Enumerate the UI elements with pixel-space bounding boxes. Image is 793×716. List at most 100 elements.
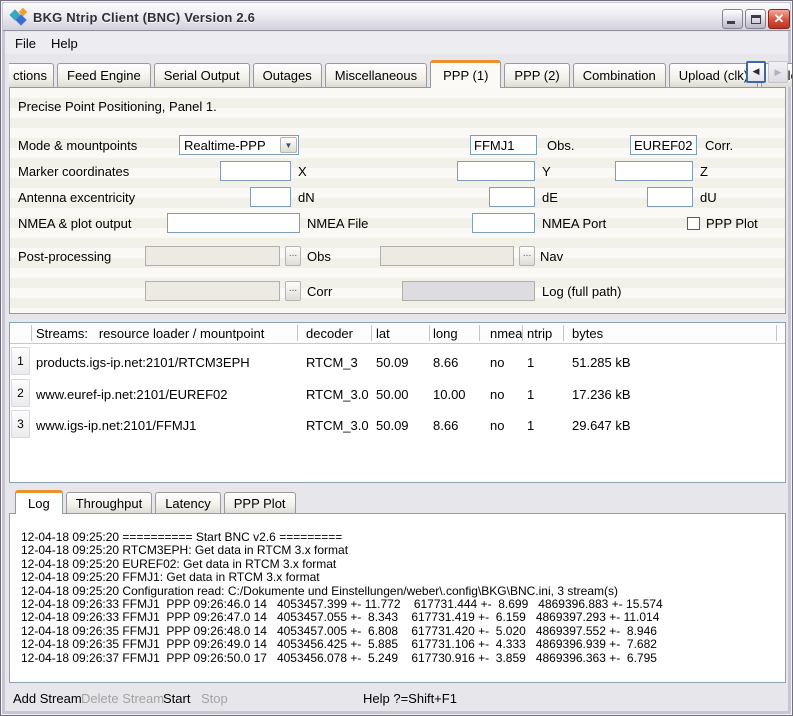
ppp-mode-select[interactable]: Realtime-PPP ▼ bbox=[179, 135, 299, 155]
antenna-du-input[interactable] bbox=[647, 187, 693, 207]
cell-bytes[interactable]: 29.647 kB bbox=[572, 418, 631, 433]
cell-ntrip[interactable]: 1 bbox=[527, 418, 534, 433]
log-output[interactable]: 12-04-18 09:25:20 ========== Start BNC v… bbox=[9, 513, 786, 683]
table-row[interactable]: 2 www.euref-ip.net:2101/EUREF02 RTCM_3.0… bbox=[10, 379, 785, 409]
cell-mountpoint[interactable]: www.igs-ip.net:2101/FFMJ1 bbox=[36, 418, 196, 433]
cell-decoder[interactable]: RTCM_3 bbox=[306, 355, 358, 370]
ppp-plot-label: PPP Plot bbox=[706, 216, 758, 231]
settings-tab-bar: ctions Feed Engine Serial Output Outages… bbox=[9, 59, 793, 87]
row-number[interactable]: 3 bbox=[11, 410, 30, 438]
nmea-file-input[interactable] bbox=[167, 213, 300, 233]
antenna-dn-input[interactable] bbox=[250, 187, 291, 207]
log-lines: 12-04-18 09:25:20 ========== Start BNC v… bbox=[21, 531, 663, 665]
corr-mountpoint-input[interactable] bbox=[630, 135, 697, 155]
nmea-port-input[interactable] bbox=[472, 213, 535, 233]
title-bar[interactable]: BKG Ntrip Client (BNC) Version 2.6 ✕ bbox=[3, 3, 790, 31]
menu-help[interactable]: Help bbox=[47, 35, 82, 52]
tab-feed-engine[interactable]: Feed Engine bbox=[57, 63, 151, 87]
col-nmea[interactable]: nmea bbox=[490, 326, 523, 341]
log-tab-bar: Log Throughput Latency PPP Plot bbox=[9, 489, 296, 513]
cell-bytes[interactable]: 51.285 kB bbox=[572, 355, 631, 370]
post-log-label: Log (full path) bbox=[542, 284, 622, 299]
add-stream-button[interactable]: Add Stream bbox=[13, 691, 82, 706]
post-corr-input bbox=[145, 281, 280, 301]
ppp-plot-checkbox[interactable] bbox=[687, 217, 700, 230]
col-long[interactable]: long bbox=[433, 326, 458, 341]
corr-label: Corr. bbox=[705, 138, 733, 153]
z-label: Z bbox=[700, 164, 708, 179]
marker-z-input[interactable] bbox=[615, 161, 693, 181]
col-streams[interactable]: Streams: resource loader / mountpoint bbox=[36, 326, 264, 341]
browse-obs-button[interactable]: ... bbox=[285, 246, 301, 266]
help-shortcut-label[interactable]: Help ?=Shift+F1 bbox=[363, 691, 457, 706]
cell-nmea[interactable]: no bbox=[490, 387, 504, 402]
tab-ppp-2[interactable]: PPP (2) bbox=[504, 63, 569, 87]
col-ntrip[interactable]: ntrip bbox=[527, 326, 552, 341]
tab-scroll-left-button[interactable]: ◀ bbox=[746, 61, 766, 83]
cell-bytes[interactable]: 17.236 kB bbox=[572, 387, 631, 402]
post-obs-input bbox=[145, 246, 280, 266]
cell-long[interactable]: 8.66 bbox=[433, 355, 458, 370]
menu-bar: File Help bbox=[5, 32, 788, 54]
tab-ppp-1[interactable]: PPP (1) bbox=[430, 60, 501, 88]
marker-x-input[interactable] bbox=[220, 161, 291, 181]
action-bar: Add Stream Delete Stream Start Stop Help… bbox=[9, 685, 784, 711]
row-number[interactable]: 1 bbox=[11, 347, 30, 375]
cell-mountpoint[interactable]: products.igs-ip.net:2101/RTCM3EPH bbox=[36, 355, 250, 370]
window-title: BKG Ntrip Client (BNC) Version 2.6 bbox=[33, 10, 255, 25]
cell-decoder[interactable]: RTCM_3.0 bbox=[306, 387, 369, 402]
cell-mountpoint[interactable]: www.euref-ip.net:2101/EUREF02 bbox=[36, 387, 227, 402]
browse-nav-button[interactable]: ... bbox=[519, 246, 535, 266]
minimize-button[interactable] bbox=[722, 9, 743, 29]
delete-stream-button: Delete Stream bbox=[81, 691, 164, 706]
antenna-de-input[interactable] bbox=[489, 187, 535, 207]
col-decoder[interactable]: decoder bbox=[306, 326, 353, 341]
maximize-button[interactable] bbox=[745, 9, 766, 29]
cell-lat[interactable]: 50.09 bbox=[376, 418, 409, 433]
post-obs-label: Obs bbox=[307, 249, 331, 264]
stop-button: Stop bbox=[201, 691, 228, 706]
post-corr-label: Corr bbox=[307, 284, 332, 299]
tab-latency[interactable]: Latency bbox=[155, 492, 221, 513]
ppp-mode-value: Realtime-PPP bbox=[184, 138, 266, 153]
obs-mountpoint-input[interactable] bbox=[470, 135, 537, 155]
tab-serial-output[interactable]: Serial Output bbox=[154, 63, 250, 87]
marker-y-input[interactable] bbox=[457, 161, 535, 181]
post-log-input bbox=[402, 281, 535, 301]
column-separator bbox=[522, 325, 523, 341]
cell-long[interactable]: 10.00 bbox=[433, 387, 466, 402]
start-button[interactable]: Start bbox=[163, 691, 190, 706]
chevron-down-icon[interactable]: ▼ bbox=[280, 137, 297, 153]
cell-ntrip[interactable]: 1 bbox=[527, 387, 534, 402]
cell-ntrip[interactable]: 1 bbox=[527, 355, 534, 370]
nmea-plot-output-label: NMEA & plot output bbox=[18, 216, 131, 231]
tab-throughput[interactable]: Throughput bbox=[66, 492, 153, 513]
cell-nmea[interactable]: no bbox=[490, 418, 504, 433]
cell-nmea[interactable]: no bbox=[490, 355, 504, 370]
nmea-file-label: NMEA File bbox=[307, 216, 368, 231]
menu-file[interactable]: File bbox=[11, 35, 40, 52]
cell-lat[interactable]: 50.09 bbox=[376, 355, 409, 370]
table-row[interactable]: 1 products.igs-ip.net:2101/RTCM3EPH RTCM… bbox=[10, 347, 785, 377]
browse-corr-button[interactable]: ... bbox=[285, 281, 301, 301]
post-nav-label: Nav bbox=[540, 249, 563, 264]
close-button[interactable]: ✕ bbox=[768, 9, 790, 29]
cell-decoder[interactable]: RTCM_3.0 bbox=[306, 418, 369, 433]
tab-corrections-truncated[interactable]: ctions bbox=[9, 63, 54, 87]
y-label: Y bbox=[542, 164, 551, 179]
tab-upload-clk[interactable]: Upload (clk) bbox=[669, 63, 758, 87]
col-bytes[interactable]: bytes bbox=[572, 326, 603, 341]
row-number[interactable]: 2 bbox=[11, 379, 30, 407]
col-lat[interactable]: lat bbox=[376, 326, 390, 341]
tab-ppp-plot[interactable]: PPP Plot bbox=[224, 492, 296, 513]
tab-log[interactable]: Log bbox=[15, 490, 63, 514]
antenna-excentricity-label: Antenna excentricity bbox=[18, 190, 135, 205]
tab-scroll-right-button[interactable]: ▶ bbox=[768, 61, 788, 83]
tab-outages[interactable]: Outages bbox=[253, 63, 322, 87]
cell-lat[interactable]: 50.00 bbox=[376, 387, 409, 402]
maximize-icon bbox=[751, 15, 761, 24]
cell-long[interactable]: 8.66 bbox=[433, 418, 458, 433]
table-row[interactable]: 3 www.igs-ip.net:2101/FFMJ1 RTCM_3.0 50.… bbox=[10, 410, 785, 440]
tab-combination[interactable]: Combination bbox=[573, 63, 666, 87]
tab-miscellaneous[interactable]: Miscellaneous bbox=[325, 63, 427, 87]
